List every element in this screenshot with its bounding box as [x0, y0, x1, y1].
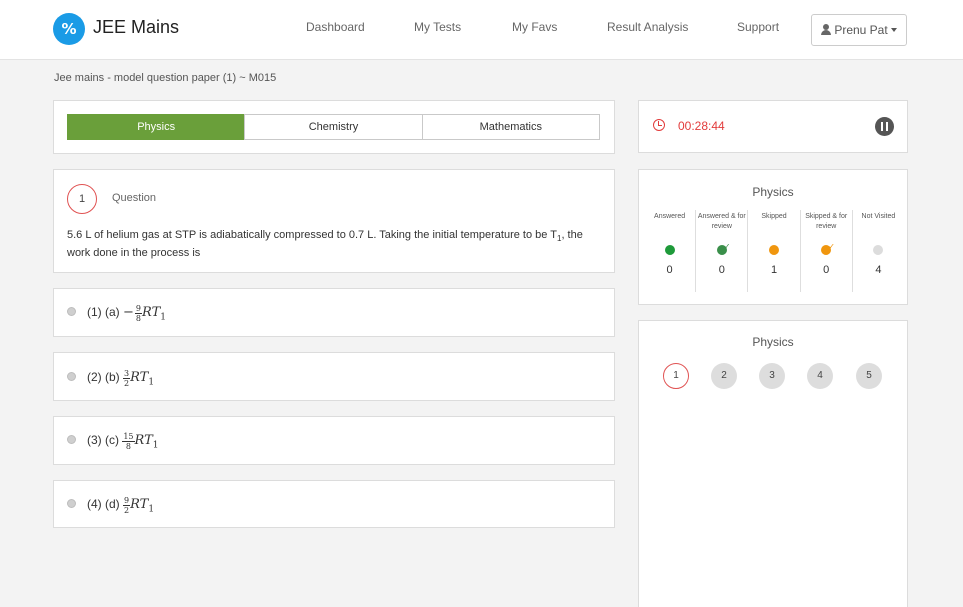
clock-icon: [653, 119, 665, 131]
status-skipped: Skipped 1: [747, 210, 799, 292]
option-2-radio[interactable]: [67, 372, 76, 381]
question-palette-panel: Physics 1 2 3 4 5: [638, 320, 908, 607]
timer-panel: 00:28:44: [638, 100, 908, 153]
user-icon: [821, 24, 832, 35]
option-1-text: (1) (a) −9 8 RT1: [87, 304, 166, 323]
logo-icon[interactable]: %: [53, 13, 85, 45]
option-3-radio[interactable]: [67, 435, 76, 444]
nav-my-favs[interactable]: My Favs: [512, 20, 557, 34]
caret-down-icon: [890, 28, 897, 32]
option-2-text: (2) (b) 3 2 RT1: [87, 369, 155, 388]
tab-chemistry[interactable]: Chemistry: [244, 114, 423, 140]
user-name: Prenu Pat: [834, 23, 888, 37]
status-skipped-review: Skipped & for review ✓ 0: [799, 210, 852, 292]
brand-title[interactable]: JEE Mains: [93, 17, 179, 38]
option-1-radio[interactable]: [67, 307, 76, 316]
question-label: Question: [112, 192, 157, 204]
palette-question-1[interactable]: 1: [663, 363, 689, 389]
answered-dot-icon: [664, 245, 675, 255]
nav-my-tests[interactable]: My Tests: [414, 20, 461, 34]
option-4-text: (4) (d) 9 2 RT1: [87, 496, 155, 515]
palette-question-5[interactable]: 5: [856, 363, 882, 389]
status-answered-review: Answered & for review ✓ 0: [695, 210, 747, 292]
palette-question-4[interactable]: 4: [807, 363, 833, 389]
question-text: 5.6 L of helium gas at STP is adiabatica…: [67, 229, 583, 260]
nav-dashboard[interactable]: Dashboard: [306, 20, 365, 34]
tab-mathematics[interactable]: Mathematics: [421, 114, 600, 140]
palette-question-2[interactable]: 2: [711, 363, 737, 389]
question-number: 1: [67, 184, 97, 214]
palette-question-3[interactable]: 3: [759, 363, 785, 389]
question-panel: 1 Question 5.6 L of helium gas at STP is…: [53, 169, 615, 273]
status-answered: Answered 0: [654, 213, 686, 276]
nav-result-analysis[interactable]: Result Analysis: [607, 20, 688, 34]
not-visited-dot-icon: [873, 245, 884, 255]
option-4[interactable]: (4) (d) 9 2 RT1: [53, 480, 615, 528]
option-4-radio[interactable]: [67, 499, 76, 508]
user-menu-button[interactable]: Prenu Pat: [811, 14, 907, 46]
status-legend: Answered 0 Answered & for review ✓ 0 Ski…: [644, 210, 904, 292]
answered-review-dot-icon: ✓: [716, 243, 731, 255]
palette-subject-title: Physics: [752, 335, 794, 349]
status-subject-title: Physics: [752, 185, 794, 199]
pause-button[interactable]: [875, 117, 894, 136]
nav-support[interactable]: Support: [737, 20, 779, 34]
option-1[interactable]: (1) (a) −9 8 RT1: [53, 288, 615, 337]
tab-physics[interactable]: Physics: [67, 114, 246, 140]
option-3-text: (3) (c) 15 8 RT1: [87, 432, 159, 451]
skipped-review-dot-icon: ✓: [821, 243, 835, 255]
skipped-dot-icon: [769, 245, 779, 255]
status-legend-panel: Physics Answered 0 Answered & for review…: [638, 169, 908, 305]
breadcrumb: Jee mains - model question paper (1) ~ M…: [54, 72, 277, 84]
status-not-visited: Not Visited 4: [851, 210, 904, 292]
subject-tabs: Physics Chemistry Mathematics: [67, 114, 600, 140]
option-2[interactable]: (2) (b) 3 2 RT1: [53, 352, 615, 401]
option-3[interactable]: (3) (c) 15 8 RT1: [53, 416, 615, 465]
timer-value: 00:28:44: [678, 119, 725, 133]
top-navbar: % JEE Mains Dashboard My Tests My Favs R…: [0, 0, 963, 60]
